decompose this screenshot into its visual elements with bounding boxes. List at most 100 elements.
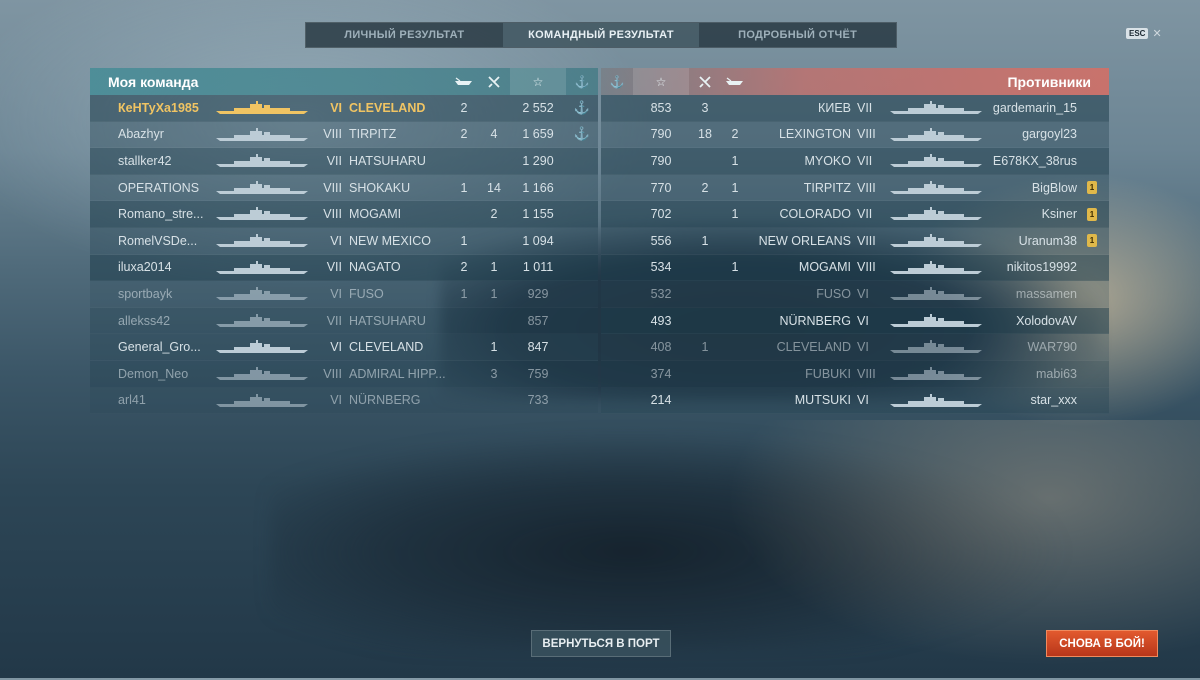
planes-destroyed: 14 bbox=[487, 180, 501, 195]
player-name[interactable]: Uranum38 bbox=[981, 228, 1077, 254]
table-row[interactable]: Demon_Neo VIII ADMIRAL HIPP... 3 759 bbox=[90, 360, 598, 388]
tab-team-result[interactable]: КОМАНДНЫЙ РЕЗУЛЬТАТ bbox=[502, 23, 700, 47]
table-row[interactable]: General_Gro... VI CLEVELAND 1 847 bbox=[90, 334, 598, 361]
player-name[interactable]: E678KX_38rus bbox=[981, 148, 1077, 174]
ship-name: HATSUHARU bbox=[349, 153, 426, 168]
table-row[interactable]: sportbayk VI FUSO 1 1 929 bbox=[90, 281, 598, 308]
table-row[interactable]: Abazhyr VIII TIRPITZ 2 4 1 659 ⚓ bbox=[90, 121, 598, 149]
table-row[interactable]: 532 FUSO VI massamen bbox=[601, 281, 1109, 308]
planes-destroyed: 2 bbox=[701, 180, 709, 195]
table-row[interactable]: allekss42 VII HATSUHARU 857 bbox=[90, 307, 598, 335]
base-capture-anchor-icon bbox=[568, 228, 596, 254]
ship-silhouette-icon bbox=[214, 180, 310, 195]
experience-value: 702 bbox=[650, 207, 672, 222]
player-name[interactable]: OPERATIONS bbox=[118, 175, 210, 201]
ship-silhouette-icon bbox=[888, 180, 984, 195]
ship-kill-icon[interactable] bbox=[721, 68, 749, 95]
player-name[interactable]: sportbayk bbox=[118, 281, 210, 307]
ship-kill-icon[interactable] bbox=[450, 68, 478, 95]
table-row[interactable]: 790 1 MYOKO VII E678KX_38rus bbox=[601, 148, 1109, 175]
tab-personal-result[interactable]: ЛИЧНЫЙ РЕЗУЛЬТАТ bbox=[306, 23, 503, 47]
ship-tier: VI bbox=[857, 393, 869, 408]
base-capture-anchor-icon[interactable]: ⚓ bbox=[568, 68, 596, 95]
table-row[interactable]: 702 1 COLORADO VII Ksiner 1 bbox=[601, 201, 1109, 228]
table-row[interactable]: RomelVSDe... VI NEW MEXICO 1 1 094 bbox=[90, 227, 598, 255]
player-name[interactable]: iluxa2014 bbox=[118, 255, 210, 281]
ship-tier: VIII bbox=[857, 366, 876, 381]
table-row[interactable]: 853 3 КИЕВ VII gardemarin_15 bbox=[601, 95, 1109, 122]
player-name[interactable]: General_Gro... bbox=[118, 334, 210, 360]
enemy-team-panel: ⚓ ☆ Противники 853 3 КИЕВ VII gardemarin_15 7… bbox=[601, 68, 1109, 415]
base-capture-anchor-icon: ⚓ bbox=[573, 99, 591, 115]
player-name[interactable]: gargoyl23 bbox=[981, 122, 1077, 148]
planes-destroyed bbox=[691, 255, 719, 281]
player-name[interactable]: allekss42 bbox=[118, 308, 210, 334]
table-row[interactable]: 408 1 CLEVELAND VI WAR790 bbox=[601, 334, 1109, 361]
battle-again-button[interactable]: СНОВА В БОЙ! bbox=[1046, 630, 1158, 657]
table-row[interactable]: 556 1 NEW ORLEANS VIII Uranum38 1 bbox=[601, 227, 1109, 255]
ship-name: SHOKAKU bbox=[349, 180, 411, 195]
player-name[interactable]: Ksiner bbox=[981, 201, 1077, 227]
table-row[interactable]: 214 MUTSUKI VI star_xxx bbox=[601, 387, 1109, 415]
ships-destroyed: 1 bbox=[460, 286, 468, 301]
ship-silhouette-icon bbox=[888, 366, 984, 381]
return-to-port-button[interactable]: ВЕРНУТЬСЯ В ПОРТ bbox=[531, 630, 671, 657]
table-row[interactable]: КеНТуХа1985 VI CLEVELAND 2 2 552 ⚓ bbox=[90, 95, 598, 122]
experience-value: 759 bbox=[527, 366, 549, 381]
ships-destroyed: 1 bbox=[731, 207, 739, 222]
player-name[interactable]: arl41 bbox=[118, 388, 210, 414]
player-name[interactable]: Demon_Neo bbox=[118, 361, 210, 387]
tab-detailed-report[interactable]: ПОДРОБНЫЙ ОТЧЁТ bbox=[699, 23, 896, 47]
ship-tier: VIII bbox=[323, 180, 342, 195]
experience-star-icon[interactable]: ☆ bbox=[633, 68, 689, 95]
esc-close-button[interactable]: ESC ✕ bbox=[1126, 27, 1162, 40]
player-name[interactable]: Romano_stre... bbox=[118, 201, 210, 227]
ship-tier: VII bbox=[857, 207, 873, 222]
player-name[interactable]: WAR790 bbox=[981, 334, 1077, 360]
experience-value: 733 bbox=[527, 393, 549, 408]
ship-silhouette-icon bbox=[214, 287, 310, 301]
experience-value: 847 bbox=[527, 340, 549, 355]
player-name[interactable]: gardemarin_15 bbox=[981, 95, 1077, 121]
experience-value: 929 bbox=[527, 286, 549, 301]
my-team-title: Моя команда bbox=[108, 73, 199, 90]
ship-tier: VIII bbox=[323, 366, 342, 381]
ships-destroyed bbox=[721, 361, 749, 387]
table-row[interactable]: iluxa2014 VII NAGATO 2 1 1 011 bbox=[90, 254, 598, 282]
table-row[interactable]: 790 18 2 LEXINGTON VIII gargoyl23 bbox=[601, 121, 1109, 149]
experience-value: 532 bbox=[650, 286, 672, 301]
table-row[interactable]: Romano_stre... VIII MOGAMI 2 1 155 bbox=[90, 201, 598, 228]
ship-silhouette-icon bbox=[214, 101, 310, 115]
plane-kill-icon[interactable] bbox=[691, 68, 719, 95]
plane-kill-icon[interactable] bbox=[480, 68, 508, 95]
ship-name: NAGATO bbox=[349, 260, 401, 275]
ship-tier: VI bbox=[857, 313, 869, 328]
table-row[interactable]: 534 1 MOGAMI VIII nikitos19992 bbox=[601, 254, 1109, 282]
ships-destroyed bbox=[450, 201, 478, 227]
ships-destroyed bbox=[450, 334, 478, 360]
base-capture-anchor-icon bbox=[568, 175, 596, 201]
ship-tier: VI bbox=[857, 286, 869, 301]
table-row[interactable]: OPERATIONS VIII SHOKAKU 1 14 1 166 bbox=[90, 174, 598, 202]
player-name[interactable]: stallker42 bbox=[118, 148, 210, 174]
planes-destroyed bbox=[691, 148, 719, 174]
player-name[interactable]: XolodovAV bbox=[981, 308, 1077, 334]
player-name[interactable]: nikitos19992 bbox=[981, 255, 1077, 281]
player-name[interactable]: BigBlow bbox=[981, 175, 1077, 201]
player-name[interactable]: КеНТуХа1985 bbox=[118, 95, 210, 121]
player-name[interactable]: star_xxx bbox=[981, 388, 1077, 414]
player-name[interactable]: RomelVSDe... bbox=[118, 228, 210, 254]
ships-destroyed: 2 bbox=[731, 127, 739, 142]
table-row[interactable]: arl41 VI NÜRNBERG 733 bbox=[90, 387, 598, 415]
base-capture-anchor-icon[interactable]: ⚓ bbox=[603, 68, 631, 95]
player-name[interactable]: massamen bbox=[981, 281, 1077, 307]
experience-star-icon[interactable]: ☆ bbox=[510, 68, 566, 95]
table-row[interactable]: 493 NÜRNBERG VI XolodovAV bbox=[601, 307, 1109, 335]
table-row[interactable]: 374 FUBUKI VIII mabi63 bbox=[601, 360, 1109, 388]
table-row[interactable]: stallker42 VII HATSUHARU 1 290 bbox=[90, 148, 598, 175]
table-row[interactable]: 770 2 1 TIRPITZ VIII BigBlow 1 bbox=[601, 174, 1109, 202]
player-name[interactable]: Abazhyr bbox=[118, 122, 210, 148]
planes-destroyed bbox=[480, 95, 508, 121]
player-name[interactable]: mabi63 bbox=[981, 361, 1077, 387]
experience-value: 1 659 bbox=[522, 127, 554, 142]
